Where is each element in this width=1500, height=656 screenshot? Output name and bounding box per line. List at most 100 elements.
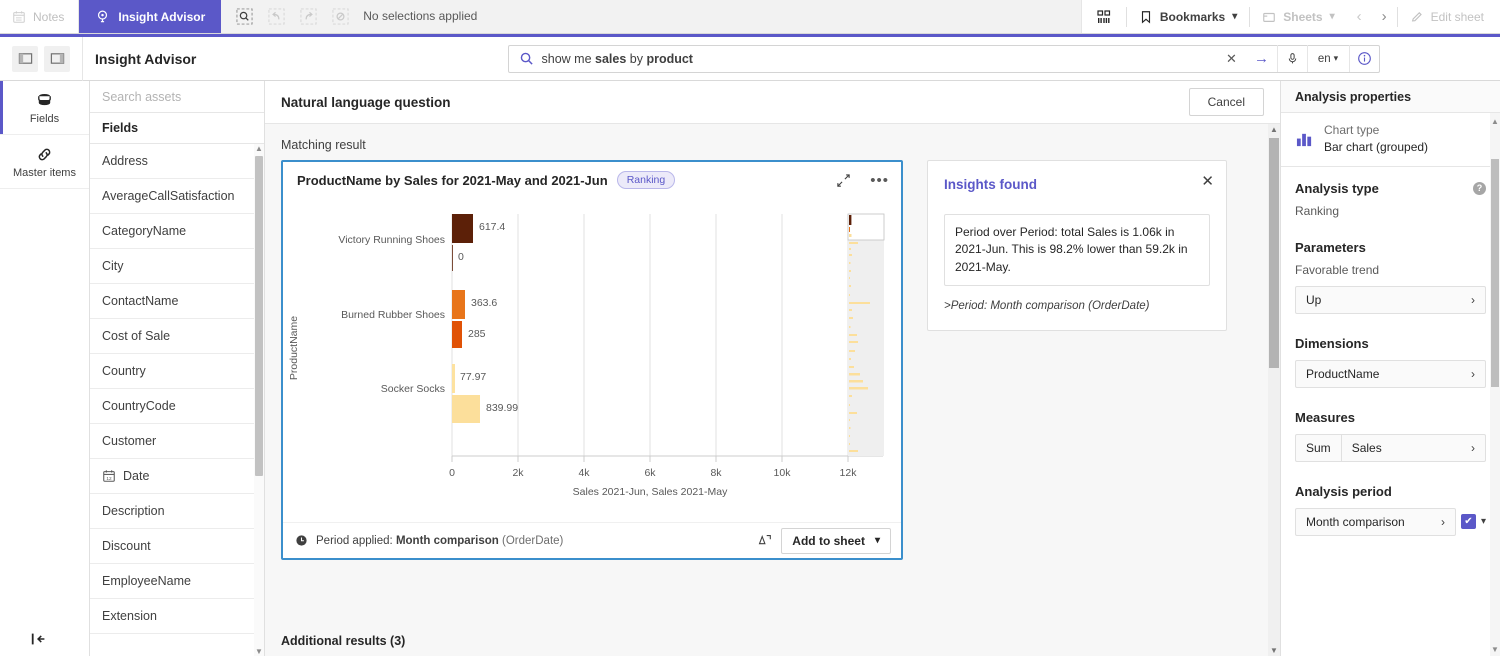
microphone-icon[interactable] xyxy=(1276,45,1307,72)
notes-button[interactable]: Notes xyxy=(0,0,80,33)
step-forward-icon[interactable] xyxy=(293,3,323,29)
chart-type-row[interactable]: Chart type Bar chart (grouped) xyxy=(1281,113,1500,167)
sidebar-item-label: Fields xyxy=(29,112,60,125)
nlq-title: Natural language question xyxy=(281,94,451,110)
list-item[interactable]: 12 Date xyxy=(90,459,264,494)
dimension-selector[interactable]: ProductName › xyxy=(1295,359,1486,388)
chart-plot-area[interactable]: ProductName Victory Running Shoes 617.4 … xyxy=(283,198,901,522)
toggle-left-panel-icon[interactable] xyxy=(12,45,38,72)
measures-heading: Measures xyxy=(1295,409,1355,425)
app-grid-icon[interactable] xyxy=(1082,9,1126,25)
results-tabs: Additional results (3) xyxy=(265,610,1280,656)
svg-text:617.4: 617.4 xyxy=(479,221,505,233)
svg-text:77.97: 77.97 xyxy=(460,371,486,383)
list-item[interactable]: Extension xyxy=(90,599,264,634)
caret-down-icon[interactable]: ▾ xyxy=(1481,516,1486,527)
list-item[interactable]: Country xyxy=(90,354,264,389)
scrollbar-thumb[interactable] xyxy=(1269,138,1279,368)
bookmark-icon xyxy=(1139,10,1153,24)
list-item[interactable]: AverageCallSatisfaction xyxy=(90,179,264,214)
chart-type-value: Bar chart (grouped) xyxy=(1324,140,1429,155)
selection-search-icon[interactable] xyxy=(229,3,259,29)
scroll-up-icon[interactable]: ▲ xyxy=(254,144,264,154)
field-label: Discount xyxy=(102,539,151,553)
main-scrollbar[interactable]: ▲ ▼ xyxy=(1268,124,1280,656)
sidebar-item-label: Master items xyxy=(13,166,76,179)
scroll-up-icon[interactable]: ▲ xyxy=(1490,117,1500,127)
scroll-down-icon[interactable]: ▼ xyxy=(1268,645,1280,656)
field-label: Description xyxy=(102,504,165,518)
edit-analysis-icon[interactable] xyxy=(755,532,773,550)
no-selections-label: No selections applied xyxy=(363,9,478,23)
properties-scrollbar[interactable]: ▲ ▼ xyxy=(1490,113,1500,656)
list-item[interactable]: CountryCode xyxy=(90,389,264,424)
clear-selections-icon[interactable] xyxy=(325,3,355,29)
scroll-down-icon[interactable]: ▼ xyxy=(1490,645,1500,655)
chart-card-footer: Period applied: Month comparison (OrderD… xyxy=(283,522,901,558)
scroll-down-icon[interactable]: ▼ xyxy=(254,647,264,656)
next-sheet-button[interactable]: › xyxy=(1372,8,1397,25)
search-assets-input[interactable]: Search assets xyxy=(90,81,264,113)
submit-search-icon[interactable]: → xyxy=(1247,45,1277,72)
insights-title: Insights found xyxy=(944,177,1037,192)
check-icon[interactable]: ✔ xyxy=(1460,514,1476,530)
language-selector[interactable]: en ▾ xyxy=(1306,45,1349,72)
measure-selector[interactable]: Sum Sales › xyxy=(1295,433,1486,462)
info-icon[interactable] xyxy=(1348,45,1379,72)
main-body: Fields Master items Search assets Fields… xyxy=(0,81,1500,656)
insight-advisor-header: Insight Advisor show me sales by product… xyxy=(0,36,1500,81)
analysis-period-row: Month comparison › ✔ ▾ xyxy=(1295,507,1486,536)
sidebar-item-fields[interactable]: Fields xyxy=(0,81,89,135)
tab-additional-results[interactable]: Additional results (3) xyxy=(281,634,405,656)
add-to-sheet-button[interactable]: Add to sheet ▾ xyxy=(781,527,891,554)
svg-text:Victory Running Shoes: Victory Running Shoes xyxy=(338,234,445,246)
list-item[interactable]: Address xyxy=(90,144,264,179)
list-item[interactable]: Customer xyxy=(90,424,264,459)
scrollbar-thumb[interactable] xyxy=(255,156,263,476)
field-label: Customer xyxy=(102,434,157,448)
search-input[interactable]: show me sales by product ✕ → en ▾ xyxy=(507,44,1380,73)
scrollbar-thumb[interactable] xyxy=(1491,159,1499,387)
search-query-text: show me sales by product xyxy=(541,51,693,66)
period-applied-text: Period applied: Month comparison (OrderD… xyxy=(316,534,564,547)
sidebar-item-master-items[interactable]: Master items xyxy=(0,135,89,189)
measure-aggregation: Sum xyxy=(1296,434,1342,461)
chevron-right-icon: › xyxy=(1440,514,1445,529)
cancel-button[interactable]: Cancel xyxy=(1188,88,1264,116)
sheets-button[interactable]: Sheets ▾ xyxy=(1250,0,1346,33)
list-item[interactable]: ContactName xyxy=(90,284,264,319)
rail-spacer xyxy=(0,189,89,619)
list-item[interactable]: Discount xyxy=(90,529,264,564)
calendar-icon: 12 xyxy=(102,469,116,483)
list-item[interactable]: Cost of Sale xyxy=(90,319,264,354)
chevron-right-icon: › xyxy=(1471,292,1475,307)
step-back-icon[interactable] xyxy=(261,3,291,29)
dimensions-heading: Dimensions xyxy=(1295,335,1369,351)
chart-card[interactable]: ProductName by Sales for 2021-May and 20… xyxy=(281,160,903,560)
close-icon[interactable]: ✕ xyxy=(1201,174,1214,189)
result-area: Matching result ProductName by Sales for… xyxy=(265,124,1280,610)
insight-advisor-tab[interactable]: Insight Advisor xyxy=(79,0,222,33)
list-item[interactable]: Description xyxy=(90,494,264,529)
list-item[interactable] xyxy=(90,634,264,656)
prev-sheet-button[interactable]: ‹ xyxy=(1347,8,1372,25)
field-label: Country xyxy=(102,364,146,378)
list-item[interactable]: CategoryName xyxy=(90,214,264,249)
help-icon[interactable]: ? xyxy=(1473,181,1486,195)
collapse-panel-icon[interactable] xyxy=(0,619,89,656)
svg-text:0: 0 xyxy=(449,467,455,479)
clear-search-icon[interactable]: ✕ xyxy=(1217,45,1247,72)
edit-sheet-button[interactable]: Edit sheet xyxy=(1398,0,1500,33)
analysis-period-selector[interactable]: Month comparison › xyxy=(1295,507,1456,536)
bookmarks-button[interactable]: Bookmarks ▾ xyxy=(1127,0,1249,33)
list-item[interactable]: City xyxy=(90,249,264,284)
assets-scrollbar[interactable]: ▲ ▼ xyxy=(254,144,264,656)
scroll-up-icon[interactable]: ▲ xyxy=(1268,124,1280,136)
more-options-icon[interactable]: ••• xyxy=(870,172,889,189)
field-label: CountryCode xyxy=(102,399,176,413)
list-item[interactable]: EmployeeName xyxy=(90,564,264,599)
notes-icon xyxy=(12,10,26,24)
toggle-right-panel-icon[interactable] xyxy=(44,45,70,72)
expand-icon[interactable] xyxy=(836,173,851,188)
favorable-trend-selector[interactable]: Up › xyxy=(1295,285,1486,314)
